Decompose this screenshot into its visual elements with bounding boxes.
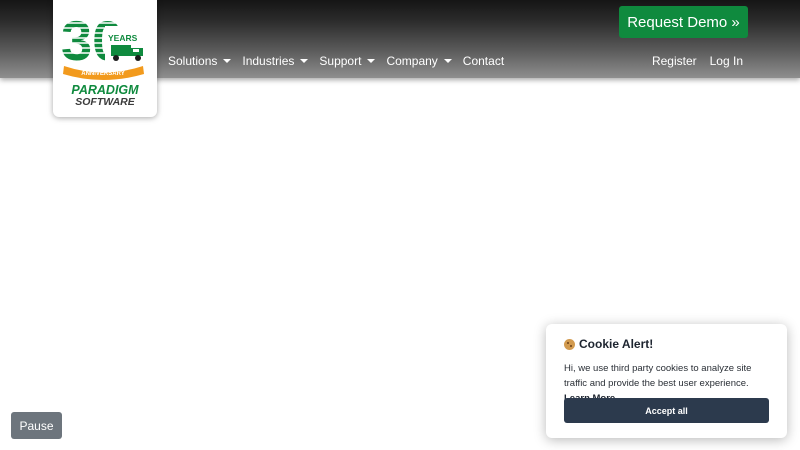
cookie-alert: Cookie Alert! Hi, we use third party coo…	[546, 324, 787, 438]
register-link[interactable]: Register	[652, 52, 697, 70]
logo-software: SOFTWARE	[75, 96, 135, 108]
company-logo[interactable]: 30 YEARS ANNIVERSARY PARADIGM SOFTWARE	[53, 0, 157, 117]
login-link[interactable]: Log In	[710, 52, 743, 70]
nav-company-label: Company	[386, 54, 438, 68]
nav-company[interactable]: Company	[386, 52, 452, 70]
nav-industries-label: Industries	[242, 54, 295, 68]
nav-support-label: Support	[319, 54, 362, 68]
logo-graphic: 30 YEARS ANNIVERSARY PARADIGM SOFTWARE	[59, 9, 147, 108]
accept-all-button[interactable]: Accept all	[564, 398, 769, 423]
nav-industries[interactable]: Industries	[242, 52, 309, 70]
logo-anniversary: ANNIVERSARY	[81, 71, 124, 77]
logo-years: YEARS	[108, 33, 138, 43]
nav-contact[interactable]: Contact	[463, 52, 504, 70]
chevron-down-icon	[223, 59, 232, 63]
chevron-down-icon	[443, 59, 452, 63]
cookie-alert-header: Cookie Alert!	[564, 336, 769, 352]
nav-solutions-label: Solutions	[168, 54, 218, 68]
cookie-alert-title: Cookie Alert!	[579, 337, 654, 351]
nav-solutions[interactable]: Solutions	[168, 52, 232, 70]
logo-paradigm: PARADIGM	[71, 83, 139, 97]
chevron-down-icon	[300, 59, 309, 63]
cookie-alert-text: Hi, we use third party cookies to analyz…	[564, 363, 752, 389]
pause-button[interactable]: Pause	[11, 412, 62, 439]
nav-contact-label: Contact	[462, 54, 505, 68]
cookie-icon	[564, 338, 575, 350]
nav-support[interactable]: Support	[319, 52, 376, 70]
main-nav: Solutions Industries Support Company Con…	[168, 52, 515, 70]
request-demo-button[interactable]: Request Demo »	[619, 6, 748, 38]
chevron-down-icon	[367, 59, 376, 63]
account-nav: Register Log In	[639, 52, 743, 70]
